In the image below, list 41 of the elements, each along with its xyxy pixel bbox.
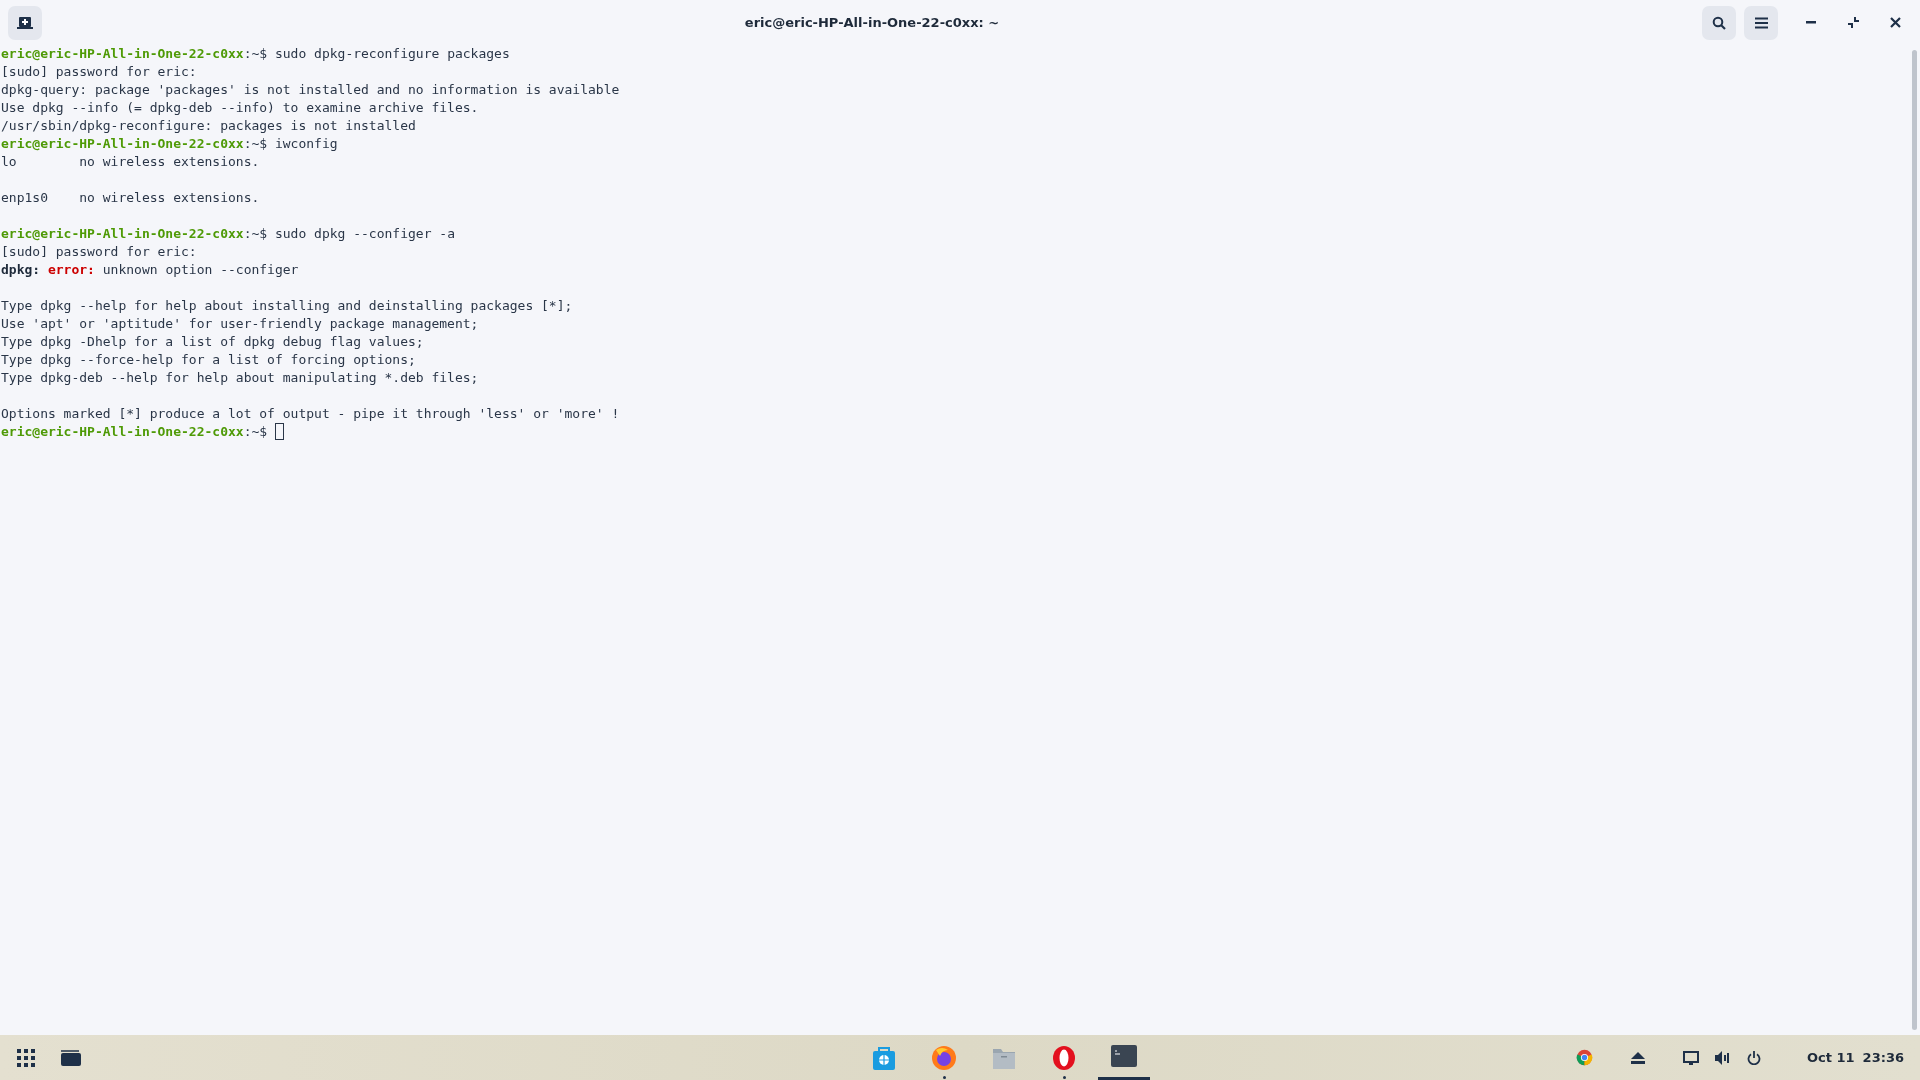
window-title: eric@eric-HP-All-in-One-22-c0xx: ~ — [744, 13, 1000, 32]
terminal-line: Use dpkg --info (= dpkg-deb --info) to examine archive files. — [1, 99, 480, 117]
clock-time[interactable]: 23:36 — [1862, 1047, 1904, 1068]
eject-icon[interactable] — [1631, 1051, 1645, 1064]
terminal-icon — [1110, 1042, 1138, 1070]
terminal-line: dpkg: error: unknown option --configer — [1, 261, 300, 279]
windows-icon[interactable] — [60, 1048, 82, 1067]
chrome-icon[interactable] — [1576, 1049, 1593, 1066]
terminal-line: eric@eric-HP-All-in-One-22-c0xx:~$ sudo dpkg --configer -a — [1, 225, 456, 243]
terminal-line: eric@eric-HP-All-in-One-22-c0xx:~$ iwconfig — [1, 135, 339, 153]
app-grid-icon[interactable] — [16, 1047, 36, 1068]
new-tab-icon — [17, 15, 33, 30]
terminal-line: Type dpkg --force-help for a list of forcing options; — [1, 351, 417, 369]
terminal-line: dpkg-query: package 'packages' is not installed and no information is available — [1, 81, 621, 99]
terminal-line: Type dpkg -Dhelp for a list of dpkg debug flag values; — [1, 333, 425, 351]
terminal-line: Use 'apt' or 'aptitude' for user-friendly package management; — [1, 315, 480, 333]
power-icon[interactable] — [1747, 1050, 1761, 1065]
terminal-line: eric@eric-HP-All-in-One-22-c0xx:~$ — [1, 423, 269, 441]
new-tab-button[interactable] — [8, 5, 42, 40]
terminal-line: /usr/sbin/dpkg-reconfigure: packages is not installed — [1, 117, 417, 135]
close-icon — [1889, 17, 1901, 28]
display-icon[interactable] — [1683, 1050, 1699, 1065]
terminal-line: enp1s0 no wireless extensions. — [1, 189, 261, 207]
menu-icon — [1754, 16, 1768, 29]
terminal-line: [sudo] password for eric: — [1, 63, 198, 81]
terminal-line: [sudo] password for eric: — [1, 243, 198, 261]
minimize-icon — [1806, 21, 1816, 24]
firefox-icon — [930, 1043, 958, 1072]
search-icon — [1712, 15, 1726, 30]
restore-icon — [1846, 16, 1860, 29]
terminal-line: Type dpkg --help for help about installing and deinstalling packages [*]; — [1, 297, 574, 315]
terminal-line: lo no wireless extensions. — [1, 153, 261, 171]
volume-icon[interactable] — [1715, 1050, 1731, 1065]
clock-date[interactable]: Oct 11 — [1807, 1047, 1855, 1068]
terminal-line: eric@eric-HP-All-in-One-22-c0xx:~$ sudo dpkg-reconfigure packages — [1, 45, 511, 63]
menu-button[interactable] — [1744, 5, 1778, 40]
scrollbar[interactable] — [1912, 50, 1917, 1030]
opera-icon — [1050, 1043, 1078, 1072]
terminal-line: Options marked [*] produce a lot of output - pipe it through 'less' or 'more' ! — [1, 405, 621, 423]
search-button[interactable] — [1702, 5, 1736, 40]
terminal-line: Type dpkg-deb --help for help about manipulating *.deb files; — [1, 369, 480, 387]
